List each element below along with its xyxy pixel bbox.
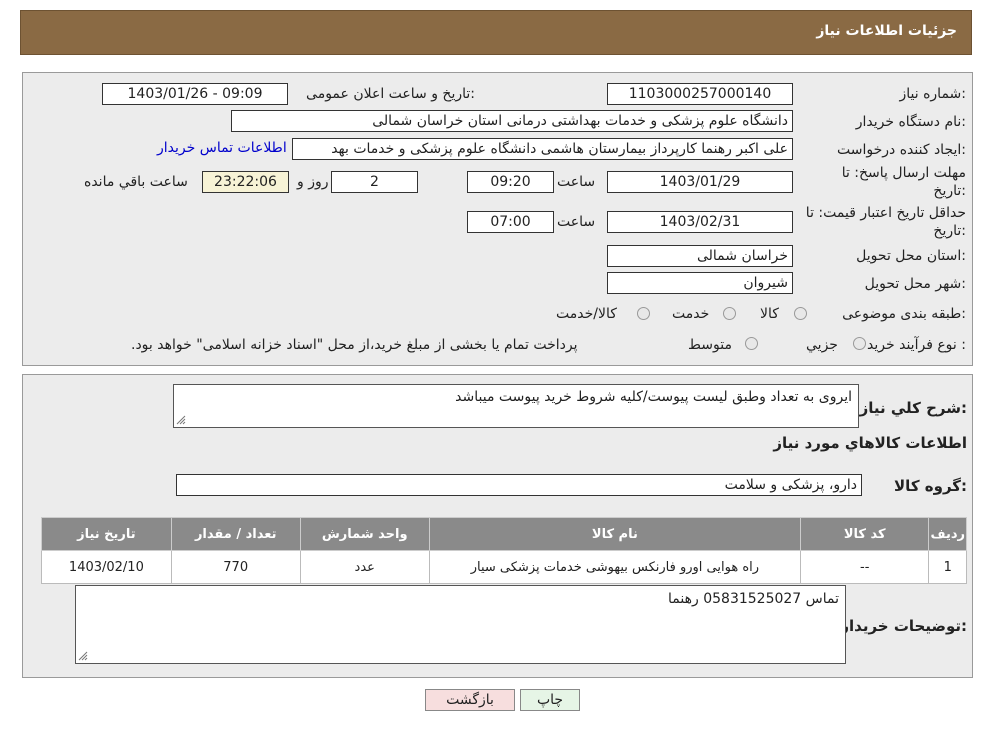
table-header-row: ردیف کد کالا نام کالا واحد شمارش تعداد /…	[41, 517, 967, 551]
time-remaining-label: ساعت باقي مانده	[84, 174, 188, 190]
goods-table: ردیف کد کالا نام کالا واحد شمارش تعداد /…	[41, 517, 967, 584]
column-header: تاریخ نیاز	[41, 517, 172, 551]
column-header: ردیف	[928, 517, 967, 551]
price-validity-time-field: 07:00	[467, 211, 554, 233]
price-validity-label: حداقل تاریخ اعتبار قیمت: تا	[805, 205, 966, 221]
category-goods-radio[interactable]	[794, 307, 807, 320]
buyer-notes-label: توضیحات خریدار:	[840, 617, 967, 635]
description-text: ایروی به تعداد وطبق لیست پیوست/کلیه شروط…	[455, 389, 852, 405]
buyer-notes-textarea[interactable]: تماس 05831525027 رهنما	[75, 585, 846, 664]
back-button[interactable]: بازگشت	[425, 689, 515, 711]
column-header: کد کالا	[799, 517, 930, 551]
days-remaining-field: 2	[331, 171, 418, 193]
description-label: شرح کلي نياز:	[859, 399, 967, 417]
creator-label: ایجاد کننده درخواست:	[837, 142, 966, 158]
page-title: جزئیات اطلاعات نیاز	[816, 23, 957, 39]
treasury-note: پرداخت تمام یا بخشی از مبلغ خرید،از محل …	[131, 337, 578, 353]
days-label: روز و	[297, 174, 329, 190]
unit-cell: عدد	[299, 550, 430, 584]
category-label: طبقه بندی موضوعی:	[842, 306, 966, 322]
category-goods-label: کالا	[760, 306, 779, 322]
process-type-label: نوع فرآیند خرید :	[867, 337, 966, 353]
process-medium-radio[interactable]	[745, 337, 758, 350]
page-header: جزئیات اطلاعات نیاز	[20, 10, 972, 55]
category-service-label: خدمت	[672, 306, 710, 322]
process-medium-label: متوسط	[688, 337, 732, 353]
item-code-cell: --	[799, 550, 930, 584]
quantity-cell: 770	[170, 550, 301, 584]
need-number-field: 1103000257000140	[607, 83, 793, 105]
province-field: خراسان شمالی	[607, 245, 793, 267]
creator-field: علی اکبر رهنما کارپرداز بیمارستان هاشمی …	[292, 138, 793, 160]
price-validity-time-label: ساعت	[557, 214, 596, 230]
category-service-radio[interactable]	[723, 307, 736, 320]
resize-grip-icon[interactable]	[78, 651, 88, 661]
category-goods-service-radio[interactable]	[637, 307, 650, 320]
need-number-label: شماره نیاز:	[899, 86, 966, 102]
city-label: شهر محل تحویل:	[864, 276, 966, 292]
row-number-cell: 1	[928, 550, 967, 584]
announce-datetime-label: تاریخ و ساعت اعلان عمومی:	[306, 86, 475, 102]
buyer-contact-link[interactable]: اطلاعات تماس خریدار	[157, 140, 287, 156]
announce-datetime-field: 1403/01/26 - 09:09	[102, 83, 288, 105]
process-minor-radio[interactable]	[853, 337, 866, 350]
resize-grip-icon[interactable]	[176, 415, 186, 425]
deadline-time-field: 09:20	[467, 171, 554, 193]
city-field: شیروان	[607, 272, 793, 294]
item-name-cell: راه هوایی اورو فارنکس بیهوشی خدمات پزشکی…	[428, 550, 801, 584]
category-goods-service-label: کالا/خدمت	[556, 306, 617, 322]
print-button[interactable]: چاپ	[520, 689, 580, 711]
buyer-notes-text: تماس 05831525027 رهنما	[668, 591, 839, 607]
buyer-org-label: نام دستگاه خریدار:	[855, 114, 966, 130]
goods-group-label: گروه کالا:	[894, 477, 967, 495]
description-textarea[interactable]: ایروی به تعداد وطبق لیست پیوست/کلیه شروط…	[173, 384, 859, 428]
price-validity-date-label: تاریخ:	[933, 223, 966, 239]
price-validity-date-field: 1403/02/31	[607, 211, 793, 233]
deadline-date-field: 1403/01/29	[607, 171, 793, 193]
goods-group-field: دارو، پزشکی و سلامت	[176, 474, 862, 496]
process-minor-label: جزيي	[806, 337, 838, 353]
province-label: استان محل تحویل:	[856, 248, 966, 264]
column-header: واحد شمارش	[299, 517, 430, 551]
need-date-cell: 1403/02/10	[41, 550, 172, 584]
deadline-label: مهلت ارسال پاسخ: تا	[841, 165, 966, 181]
goods-section-title: اطلاعات کالاهاي مورد نياز	[773, 434, 967, 452]
time-remaining-field: 23:22:06	[202, 171, 289, 193]
column-header: تعداد / مقدار	[170, 517, 301, 551]
table-row: 1 -- راه هوایی اورو فارنکس بیهوشی خدمات …	[41, 550, 967, 584]
deadline-time-label: ساعت	[557, 174, 596, 190]
buyer-org-field: دانشگاه علوم پزشکی و خدمات بهداشتی درمان…	[231, 110, 793, 132]
deadline-date-label: تاریخ:	[933, 183, 966, 199]
column-header: نام کالا	[428, 517, 801, 551]
